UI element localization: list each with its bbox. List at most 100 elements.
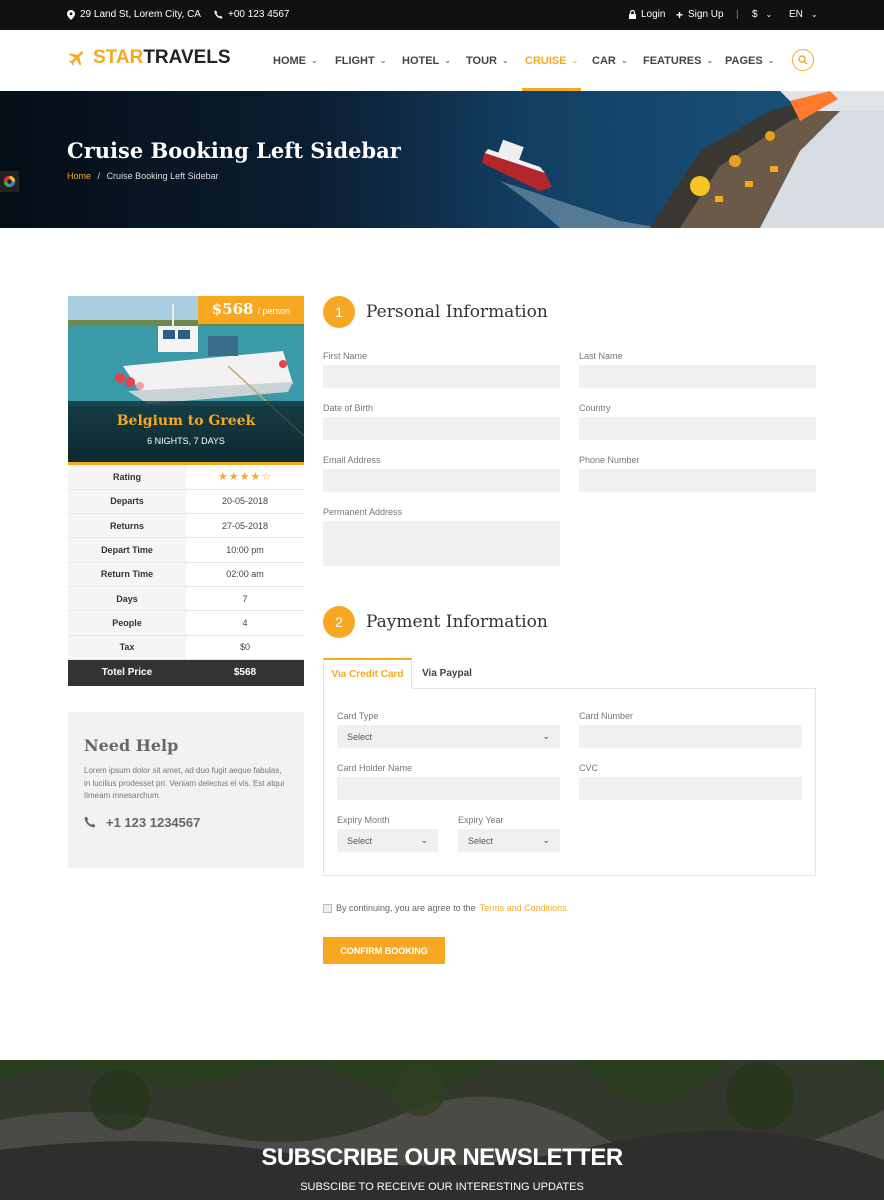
select-value: Select [347, 731, 373, 742]
nav-label: FEATURES [643, 54, 702, 67]
nav-pages[interactable]: PAGES ⌄ [725, 30, 774, 91]
total-value: $568 [233, 666, 257, 678]
newsletter-subtitle: SUBSCIBE TO RECEIVE OUR INTERESTING UPDA… [300, 1181, 584, 1193]
detail-value: 7 [186, 586, 304, 612]
step-number: 2 [323, 606, 355, 638]
tab-credit-card[interactable]: Via Credit Card [323, 658, 412, 689]
expiry-year-select[interactable]: Select ⌄ [458, 829, 560, 852]
nav-label: CAR [592, 54, 616, 67]
signup-link[interactable]: + Sign Up [676, 7, 724, 22]
newsletter-section: SUBSCRIBE OUR NEWSLETTER SUBSCIBE TO REC… [0, 1060, 884, 1200]
address-label: Permanent Address [323, 507, 403, 517]
map-pin-icon [67, 9, 75, 20]
package-duration: 6 NIGHTS, 7 DAYS [147, 436, 225, 446]
terms-checkbox[interactable] [323, 903, 332, 913]
detail-label: People [68, 610, 186, 636]
package-details-table: Rating ★★★★☆ Departs 20-05-2018 Returns 27… [68, 465, 304, 660]
top-bar: 29 Land St, Lorem City, CA +00 123 4567 … [0, 0, 884, 30]
site-logo[interactable]: STARTRAVELS [67, 47, 231, 69]
nav-label: HOTEL [402, 54, 440, 67]
signup-label: Sign Up [688, 9, 724, 20]
plus-icon: + [676, 7, 684, 22]
nav-cruise[interactable]: CRUISE ⌄ [521, 30, 582, 91]
card-type-select[interactable]: Select ⌄ [337, 725, 560, 748]
breadcrumb-separator: / [97, 171, 101, 181]
star-empty-icon: ☆ [261, 471, 273, 484]
airplane-icon [68, 51, 83, 66]
card-number-field[interactable] [579, 725, 802, 748]
detail-value: 27-05-2018 [186, 513, 304, 539]
nav-label: HOME [273, 54, 306, 67]
chevron-down-icon: ⌄ [501, 56, 509, 65]
nav-label: FLIGHT [335, 54, 375, 67]
chevron-down-icon: ⌄ [420, 835, 428, 845]
price-tag: $568 / person [197, 296, 304, 324]
email-label: Email Address [323, 455, 381, 465]
country-field[interactable] [579, 417, 816, 440]
cvc-field[interactable] [579, 777, 802, 800]
last-name-field[interactable] [579, 365, 816, 388]
help-phone[interactable]: +1 123 1234567 [84, 815, 288, 830]
dob-field[interactable] [323, 417, 560, 440]
select-value: Select [347, 835, 373, 846]
package-image: $568 / person Belgium to Greek 6 NIGHTS,… [68, 296, 304, 462]
expiry-year-label: Expiry Year [458, 815, 504, 825]
table-row: Rating ★★★★☆ [68, 465, 304, 490]
expiry-month-label: Expiry Month [337, 815, 390, 825]
address-textarea[interactable] [323, 521, 560, 566]
search-icon [798, 55, 808, 65]
expiry-month-select[interactable]: Select ⌄ [337, 829, 438, 852]
nav-hotel[interactable]: HOTEL ⌄ [402, 30, 451, 91]
help-text: Lorem ipsum dolor sit amet, ad duo fugit… [84, 766, 285, 800]
price-value: $568 [211, 300, 254, 318]
page-title: Cruise Booking Left Sidebar [67, 138, 401, 163]
phone-item: +00 123 4567 [214, 9, 289, 20]
chevron-down-icon: ⌄ [379, 56, 387, 65]
card-number-label: Card Number [579, 711, 634, 721]
chevron-down-icon: ⌄ [542, 731, 550, 741]
section-title: Payment Information [366, 612, 548, 632]
currency-select[interactable]: $ ⌄ [752, 9, 772, 20]
nav-flight[interactable]: FLIGHT ⌄ [335, 30, 386, 91]
login-link[interactable]: Login [629, 9, 665, 20]
currency-value: $ [752, 9, 758, 20]
chevron-down-icon: ⌄ [767, 56, 775, 65]
last-name-label: Last Name [579, 351, 623, 361]
cruise-package-card: $568 / person Belgium to Greek 6 NIGHTS,… [68, 296, 304, 686]
card-type-label: Card Type [337, 711, 379, 721]
total-price-row: Totel Price $568 [68, 659, 304, 686]
breadcrumb-home[interactable]: Home [67, 171, 91, 181]
nav-features[interactable]: FEATURES ⌄ [643, 30, 713, 91]
section-title: Personal Information [366, 302, 548, 322]
language-select[interactable]: EN ⌄ [789, 9, 818, 20]
nav-tour[interactable]: TOUR ⌄ [466, 30, 509, 91]
star-filled-icon: ★ [250, 471, 262, 484]
detail-value: 4 [186, 610, 304, 636]
search-button[interactable] [792, 49, 814, 71]
page-hero: Cruise Booking Left Sidebar Home / Cruis… [0, 91, 884, 228]
email-field[interactable] [323, 469, 560, 492]
detail-value: 20-05-2018 [186, 489, 304, 515]
first-name-field[interactable] [323, 365, 560, 388]
chevron-down-icon: ⌄ [810, 10, 818, 19]
table-row: Returns 27-05-2018 [68, 513, 304, 539]
terms-link[interactable]: Terms and Conditions. [480, 903, 570, 913]
breadcrumb-current: Cruise Booking Left Sidebar [106, 171, 219, 181]
tab-paypal[interactable]: Via Paypal [412, 658, 482, 689]
language-value: EN [789, 9, 803, 20]
holder-name-field[interactable] [337, 777, 560, 800]
color-switcher-button[interactable] [0, 171, 19, 192]
nav-car[interactable]: CAR ⌄ [592, 30, 628, 91]
star-filled-icon: ★ [228, 471, 240, 484]
table-row: Days 7 [68, 586, 304, 612]
confirm-booking-button[interactable]: CONFIRM BOOKING [323, 937, 445, 964]
chevron-down-icon: ⌄ [571, 56, 579, 65]
address-item: 29 Land St, Lorem City, CA [67, 9, 201, 20]
chevron-down-icon: ⌄ [620, 56, 628, 65]
chevron-down-icon: ⌄ [706, 56, 714, 65]
phone-field[interactable] [579, 469, 816, 492]
chevron-down-icon: ⌄ [765, 10, 773, 19]
nav-home[interactable]: HOME ⌄ [273, 30, 318, 91]
table-row: Depart Time 10:00 pm [68, 537, 304, 563]
detail-label: Tax [68, 635, 186, 660]
